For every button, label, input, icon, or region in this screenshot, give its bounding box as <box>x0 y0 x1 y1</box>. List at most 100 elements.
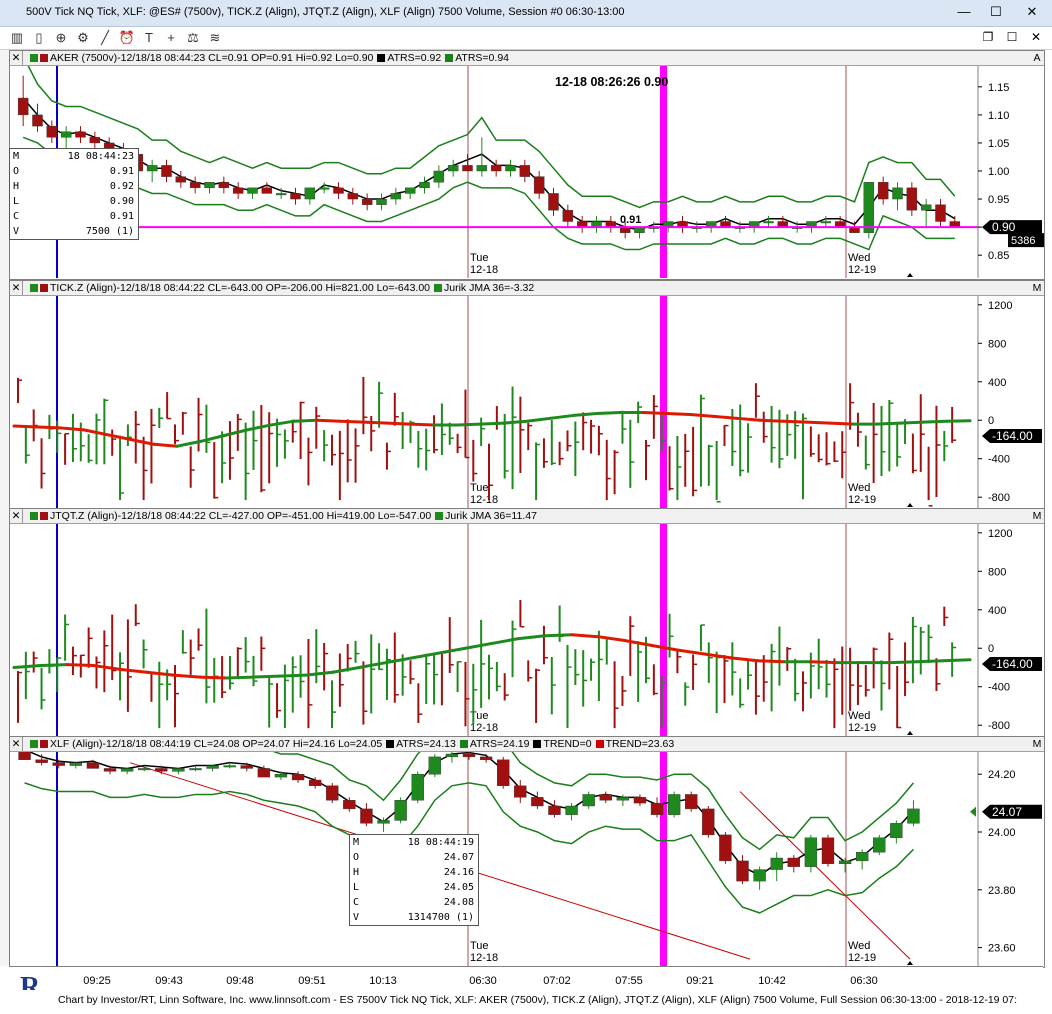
bar-chart-icon[interactable]: ▥ <box>8 29 26 47</box>
series-swatch-icon <box>40 284 48 293</box>
jma-segment <box>665 412 692 416</box>
candle <box>445 753 459 758</box>
candle <box>906 187 918 211</box>
close-button[interactable]: ✕ <box>1020 2 1044 22</box>
close-pane-icon[interactable]: ✕ <box>10 737 23 751</box>
candle <box>189 768 202 771</box>
popup-key: O <box>13 166 20 177</box>
layers-icon[interactable]: ≋ <box>206 29 224 47</box>
candle <box>377 820 390 824</box>
y-tick-label: 23.80 <box>988 885 1016 897</box>
jtqt-plot[interactable]: 12008004000-400-800Tue12-18Wed12-19-164.… <box>10 524 1044 736</box>
popup-row: L 0.90 <box>10 194 138 209</box>
minimize-button[interactable]: — <box>952 2 976 22</box>
time-tick-label: 06:30 <box>850 975 878 987</box>
time-tick-label: 09:21 <box>686 975 714 987</box>
scale-toggle-icon[interactable]: M <box>1032 509 1042 523</box>
alarm-clock-icon[interactable]: ⏰ <box>118 29 136 47</box>
scale-toggle-icon[interactable]: M <box>1032 281 1042 295</box>
mdi-close-button[interactable]: ✕ <box>1026 28 1046 46</box>
candle <box>633 797 647 804</box>
legend-swatch-icon <box>445 54 454 63</box>
popup-value: 1314700 (1) <box>407 912 474 923</box>
popup-row: M 18 08:44:23 <box>10 149 138 164</box>
candle <box>920 204 932 211</box>
jtqt-pane[interactable]: ✕ JTQT.Z (Align)-12/18/18 08:44:22 CL=-42… <box>9 508 1045 738</box>
candle <box>787 857 800 867</box>
legend-item: ATRS=0.92 <box>387 52 442 64</box>
candle <box>261 187 273 194</box>
y-tick-label: 1200 <box>988 300 1012 312</box>
jma-segment <box>921 419 949 424</box>
y-tick-label: -800 <box>988 492 1010 504</box>
jma-segment <box>502 419 529 425</box>
candle <box>120 768 134 772</box>
popup-value: 0.91 <box>109 211 134 222</box>
time-axis[interactable]: 09:25 09:43 09:48 09:51 10:13 06:30 07:02 07:55… <box>9 966 1043 991</box>
candle <box>433 170 445 183</box>
day-label: Tue <box>470 482 489 494</box>
candle <box>32 114 43 127</box>
candle <box>702 808 715 836</box>
aker-plot[interactable]: 1.151.101.051.000.950.900.85Tue12-18Wed1… <box>10 66 1044 278</box>
mdi-maximize-button[interactable]: ☐ <box>1002 28 1022 46</box>
balance-icon[interactable]: ⚖ <box>184 29 202 47</box>
candle <box>667 794 681 815</box>
y-tick-label: -400 <box>988 454 1010 466</box>
jma-segment <box>642 411 669 416</box>
jma-segment <box>39 663 69 668</box>
candle <box>155 768 168 772</box>
jma-segment <box>828 421 855 426</box>
xlf-plot[interactable]: 24.20 24.00 23.80 23.60 Tue12-18 Wed12-19 24.0… <box>10 752 1044 966</box>
jma-segment <box>152 442 179 448</box>
date-label: 12-18 <box>470 494 498 506</box>
series-swatch-icon <box>40 54 48 63</box>
candle <box>562 210 574 222</box>
maximize-button[interactable]: ☐ <box>984 2 1008 22</box>
gear-icon[interactable]: ⚙ <box>74 29 92 47</box>
day-label: Wed <box>848 710 870 722</box>
partial-price-label: 0.91 <box>620 214 641 226</box>
close-pane-icon[interactable]: ✕ <box>10 509 23 523</box>
zoom-icon[interactable]: ⊕ <box>52 29 70 47</box>
candle <box>89 137 101 144</box>
candle <box>86 762 100 769</box>
jma-segment <box>805 420 832 425</box>
jma-segment <box>12 664 43 669</box>
tick-pane[interactable]: ✕ TICK.Z (Align)-12/18/18 08:44:22 CL=-64… <box>9 280 1045 510</box>
popup-row: C 24.08 <box>350 895 478 910</box>
candle-chart-icon[interactable]: ▯ <box>30 29 48 47</box>
day-label: Wed <box>848 482 870 494</box>
candle <box>347 193 359 200</box>
y-tick-label: 24.00 <box>988 827 1016 839</box>
candle <box>318 187 330 190</box>
crosshair-icon[interactable]: + <box>162 29 180 47</box>
window-title: 500V Tick NQ Tick, XLF: @ES# (7500v), TI… <box>26 6 625 18</box>
candle <box>820 221 832 224</box>
candle <box>599 794 612 801</box>
scale-toggle-icon[interactable]: A <box>1032 51 1042 65</box>
candle <box>390 193 402 200</box>
crosshair-label: 12-18 08:26:26 <box>555 75 641 89</box>
aker-pane[interactable]: ✕ AKER (7500v)-12/18/18 08:44:23 CL=0.91 … <box>9 50 1045 280</box>
close-pane-icon[interactable]: ✕ <box>10 51 23 65</box>
title-icon[interactable]: T <box>140 29 158 47</box>
jma-segment <box>455 422 482 427</box>
candle <box>462 165 473 172</box>
close-pane-icon[interactable]: ✕ <box>10 281 23 295</box>
tick-plot[interactable]: 1200 800 400 0 -400 -800 Tue12-18 Wed12-19 -164.… <box>10 296 1044 508</box>
window-titlebar[interactable]: 500V Tick NQ Tick, XLF: @ES# (7500v), TI… <box>0 0 1052 27</box>
jtqt-pane-header: ✕ JTQT.Z (Align)-12/18/18 08:44:22 CL=-42… <box>10 509 1044 524</box>
time-tick-label: 09:48 <box>226 975 254 987</box>
jma-segment <box>478 421 506 426</box>
scale-toggle-icon[interactable]: M <box>1032 737 1042 751</box>
xlf-pane[interactable]: ✕ XLF (Align)-12/18/18 08:44:19 CL=24.08 … <box>9 736 1045 968</box>
legend-item: ATRS=0.94 <box>455 52 509 64</box>
mdi-restore-button[interactable]: ❐ <box>978 28 998 46</box>
popup-value: 18 08:44:19 <box>407 837 474 848</box>
magenta-cursor-band <box>660 66 667 278</box>
candle <box>172 768 185 772</box>
legend-item: ATRS=24.19 <box>469 738 530 750</box>
draw-line-icon[interactable]: ╱ <box>96 29 114 47</box>
candle <box>907 808 920 824</box>
